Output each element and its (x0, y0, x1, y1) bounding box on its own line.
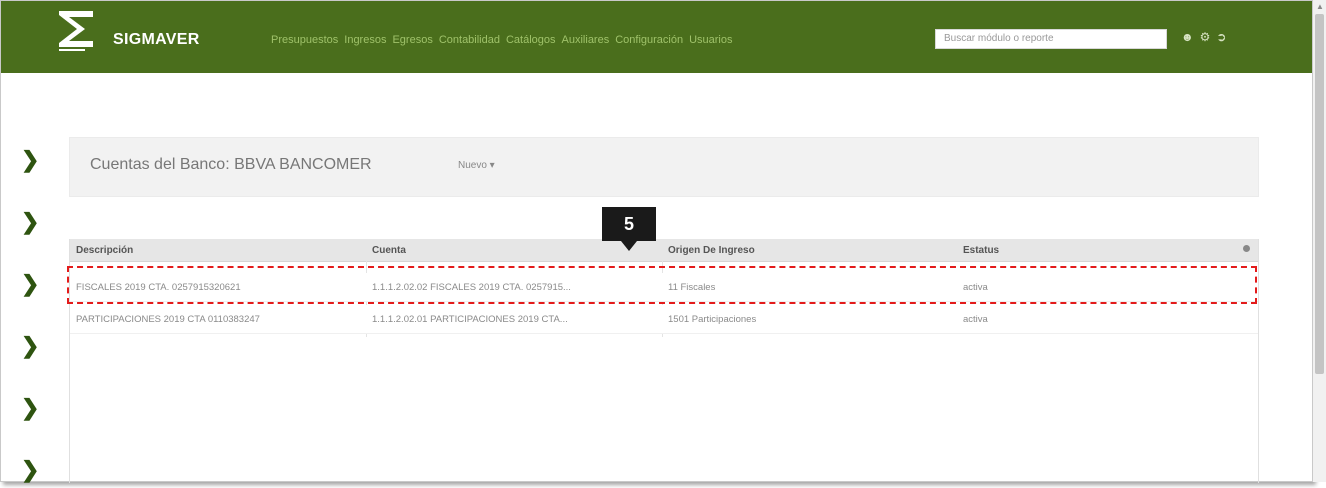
row-highlight-annotation (67, 266, 1257, 304)
menu-item-usuarios[interactable]: Usuarios (689, 34, 732, 46)
nav-icons: ☻ ⚙ ➲ (1181, 30, 1226, 44)
cell-descripcion: PARTICIPACIONES 2019 CTA 0110383247 (76, 314, 260, 325)
new-dropdown-button[interactable]: Nuevo ▾ (458, 160, 495, 171)
chevron-right-icon[interactable]: ❯ (21, 457, 39, 483)
table-header: Descripción Cuenta Origen De Ingreso Est… (70, 239, 1258, 262)
column-options-icon[interactable] (1243, 245, 1250, 252)
header-estatus[interactable]: Estatus (963, 245, 999, 256)
cell-estatus: activa (963, 314, 988, 325)
search-input[interactable]: Buscar módulo o reporte (935, 29, 1167, 49)
brand-name[interactable]: SIGMAVER (113, 31, 200, 49)
menu-item-egresos[interactable]: Egresos (392, 34, 432, 46)
header-origen[interactable]: Origen De Ingreso (668, 245, 755, 256)
scroll-up-icon[interactable]: ▲ (1316, 2, 1324, 11)
menu-item-ingresos[interactable]: Ingresos (344, 34, 386, 46)
browser-frame: SIGMAVER Presupuestos Ingresos Egresos C… (0, 0, 1313, 483)
header-descripcion[interactable]: Descripción (76, 245, 133, 256)
sigmaver-logo[interactable] (57, 9, 95, 53)
menu-item-catalogos[interactable]: Catálogos (506, 34, 556, 46)
callout-pointer (621, 241, 637, 251)
step-callout: 5 (602, 207, 656, 241)
main-menu: Presupuestos Ingresos Egresos Contabilid… (271, 34, 733, 46)
table-row[interactable]: PARTICIPACIONES 2019 CTA 0110383247 1.1.… (70, 305, 1258, 334)
cell-cuenta: 1.1.1.2.02.01 PARTICIPACIONES 2019 CTA..… (372, 314, 568, 325)
page-header: Cuentas del Banco: BBVA BANCOMER Nuevo ▾ (69, 137, 1259, 197)
menu-item-presupuestos[interactable]: Presupuestos (271, 34, 338, 46)
cell-origen: 1501 Participaciones (668, 314, 757, 325)
logout-icon[interactable]: ➲ (1216, 30, 1226, 44)
menu-item-contabilidad[interactable]: Contabilidad (439, 34, 500, 46)
chevron-right-icon[interactable]: ❯ (21, 271, 39, 297)
user-icon[interactable]: ☻ (1181, 30, 1194, 44)
header-cuenta[interactable]: Cuenta (372, 245, 406, 256)
menu-item-auxiliares[interactable]: Auxiliares (562, 34, 610, 46)
chevron-right-icon[interactable]: ❯ (21, 147, 39, 173)
scrollbar-thumb[interactable] (1315, 14, 1324, 374)
chevron-right-icon[interactable]: ❯ (21, 209, 39, 235)
vertical-scrollbar[interactable]: ▲ (1313, 0, 1326, 482)
chevron-right-icon[interactable]: ❯ (21, 395, 39, 421)
chevron-right-icon[interactable]: ❯ (21, 333, 39, 359)
top-navbar: SIGMAVER Presupuestos Ingresos Egresos C… (1, 1, 1312, 73)
page-title: Cuentas del Banco: BBVA BANCOMER (90, 156, 372, 173)
menu-item-configuracion[interactable]: Configuración (615, 34, 683, 46)
gear-icon[interactable]: ⚙ (1200, 30, 1211, 44)
